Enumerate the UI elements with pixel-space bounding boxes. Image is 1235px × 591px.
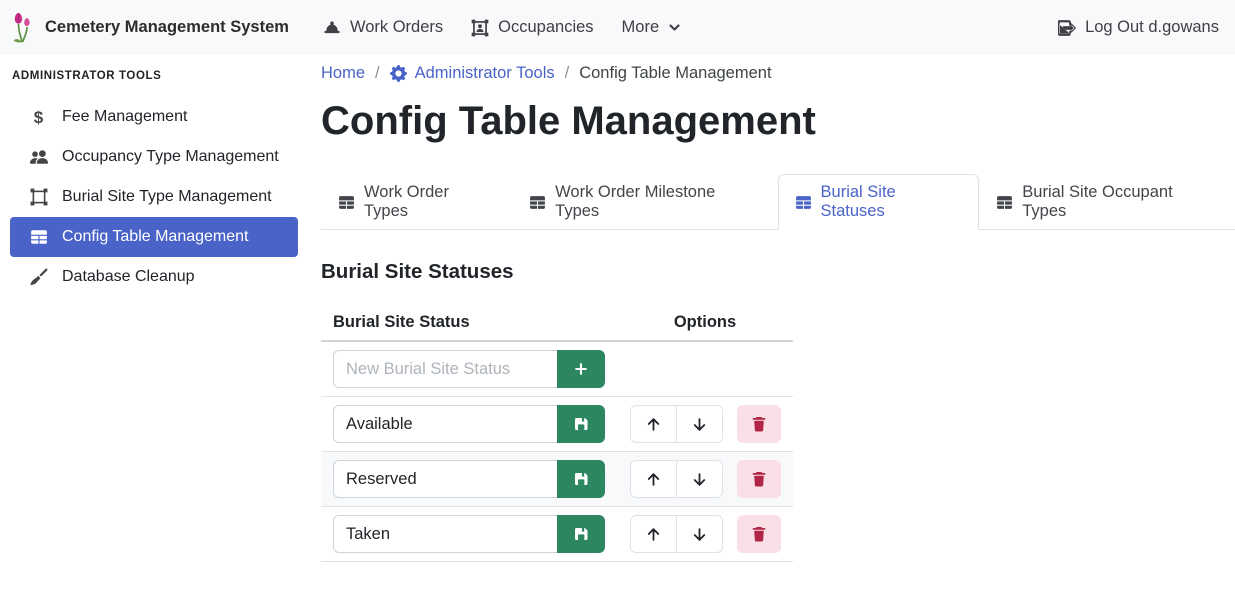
arrow-up-icon	[645, 471, 662, 488]
arrow-down-icon	[691, 416, 708, 433]
nav-work-orders[interactable]: Work Orders	[309, 0, 457, 55]
tab-label: Burial Site Statuses	[821, 183, 963, 221]
logout-icon	[1058, 19, 1076, 37]
table-row	[321, 397, 793, 452]
move-up-button[interactable]	[630, 460, 677, 498]
table-icon	[338, 194, 355, 211]
nav-more-label: More	[622, 18, 660, 37]
sidebar-item-label: Config Table Management	[62, 228, 249, 246]
save-icon	[573, 471, 589, 487]
tab-work-order-types[interactable]: Work Order Types	[321, 174, 512, 230]
sidebar: ADMINISTRATOR TOOLS $ Fee Management Occ…	[0, 55, 321, 297]
tab-work-order-milestone-types[interactable]: Work Order Milestone Types	[512, 174, 777, 230]
column-header-burial-site-status: Burial Site Status	[321, 305, 617, 340]
section-heading: Burial Site Statuses	[321, 260, 1235, 284]
logout-button[interactable]: Log Out d.gowans	[1044, 0, 1219, 55]
add-button[interactable]	[557, 350, 605, 388]
arrow-up-icon	[645, 416, 662, 433]
delete-button[interactable]	[737, 460, 781, 498]
save-button[interactable]	[557, 405, 605, 443]
trash-icon	[751, 416, 767, 432]
reorder-button-group	[630, 405, 723, 443]
column-header-options: Options	[617, 305, 793, 340]
save-button[interactable]	[557, 460, 605, 498]
breadcrumb-current: Config Table Management	[579, 64, 771, 83]
dollar-icon: $	[28, 109, 49, 126]
arrow-down-icon	[691, 471, 708, 488]
breadcrumb-separator: /	[565, 64, 570, 83]
table-row	[321, 507, 793, 562]
tab-label: Work Order Types	[364, 183, 495, 221]
sidebar-item-label: Database Cleanup	[62, 268, 195, 286]
nav-occupancies[interactable]: Occupancies	[457, 0, 607, 55]
burial-site-status-table: Burial Site Status Options	[321, 305, 793, 562]
tulip-logo-icon	[10, 11, 36, 45]
save-icon	[573, 526, 589, 542]
status-input[interactable]	[333, 405, 557, 443]
portrait-frame-icon	[471, 19, 489, 37]
tab-label: Work Order Milestone Types	[555, 183, 760, 221]
chevron-down-icon	[668, 21, 681, 34]
page-title: Config Table Management	[321, 99, 1235, 144]
trash-icon	[751, 526, 767, 542]
sidebar-item-occupancy-type-management[interactable]: Occupancy Type Management	[10, 137, 298, 177]
sidebar-item-database-cleanup[interactable]: Database Cleanup	[10, 257, 298, 297]
config-tabs: Work Order Types Work Order Milestone Ty…	[321, 174, 1235, 230]
move-down-button[interactable]	[676, 515, 723, 553]
nav-more[interactable]: More	[608, 0, 696, 55]
top-navbar: Cemetery Management System Work Orders O	[0, 0, 1235, 55]
broom-icon	[28, 268, 49, 286]
move-up-button[interactable]	[630, 405, 677, 443]
reorder-button-group	[630, 515, 723, 553]
move-up-button[interactable]	[630, 515, 677, 553]
status-input[interactable]	[333, 515, 557, 553]
tab-burial-site-statuses[interactable]: Burial Site Statuses	[778, 174, 980, 230]
delete-button[interactable]	[737, 405, 781, 443]
new-status-row	[321, 342, 793, 397]
logout-label: Log Out d.gowans	[1085, 18, 1219, 37]
table-icon	[529, 194, 546, 211]
move-down-button[interactable]	[676, 405, 723, 443]
app-title: Cemetery Management System	[45, 18, 289, 37]
delete-button[interactable]	[737, 515, 781, 553]
arrow-up-icon	[645, 526, 662, 543]
sidebar-item-label: Occupancy Type Management	[62, 148, 279, 166]
move-down-button[interactable]	[676, 460, 723, 498]
gear-icon	[390, 65, 407, 82]
plus-icon	[573, 361, 589, 377]
table-icon	[795, 194, 812, 211]
breadcrumb-home-link[interactable]: Home	[321, 64, 365, 83]
sidebar-heading: ADMINISTRATOR TOOLS	[0, 70, 321, 82]
nav-occupancies-label: Occupancies	[498, 18, 593, 37]
trash-icon	[751, 471, 767, 487]
table-icon	[996, 194, 1013, 211]
sidebar-item-config-table-management[interactable]: Config Table Management	[10, 217, 298, 257]
status-input[interactable]	[333, 460, 557, 498]
sidebar-item-label: Fee Management	[62, 108, 187, 126]
breadcrumb-admin-tools-label: Administrator Tools	[415, 64, 555, 83]
table-row	[321, 452, 793, 507]
hard-hat-icon	[323, 19, 341, 37]
sidebar-item-fee-management[interactable]: $ Fee Management	[10, 97, 298, 137]
nav-work-orders-label: Work Orders	[350, 18, 443, 37]
table-header: Burial Site Status Options	[321, 305, 793, 342]
sidebar-item-label: Burial Site Type Management	[62, 188, 272, 206]
breadcrumb-separator: /	[375, 64, 380, 83]
new-status-input[interactable]	[333, 350, 557, 388]
tab-burial-site-occupant-types[interactable]: Burial Site Occupant Types	[979, 174, 1235, 230]
reorder-button-group	[630, 460, 723, 498]
brand[interactable]: Cemetery Management System	[10, 11, 289, 45]
table-icon	[28, 228, 49, 246]
tab-label: Burial Site Occupant Types	[1022, 183, 1218, 221]
breadcrumb-admin-tools-link[interactable]: Administrator Tools	[390, 64, 555, 83]
sidebar-item-burial-site-type-management[interactable]: Burial Site Type Management	[10, 177, 298, 217]
vector-square-icon	[28, 188, 49, 206]
breadcrumb: Home / Administrator Tools / Config Tabl…	[321, 64, 1235, 83]
save-icon	[573, 416, 589, 432]
users-icon	[28, 148, 49, 166]
arrow-down-icon	[691, 526, 708, 543]
save-button[interactable]	[557, 515, 605, 553]
breadcrumb-home-label: Home	[321, 64, 365, 83]
main-content: Home / Administrator Tools / Config Tabl…	[321, 55, 1235, 562]
